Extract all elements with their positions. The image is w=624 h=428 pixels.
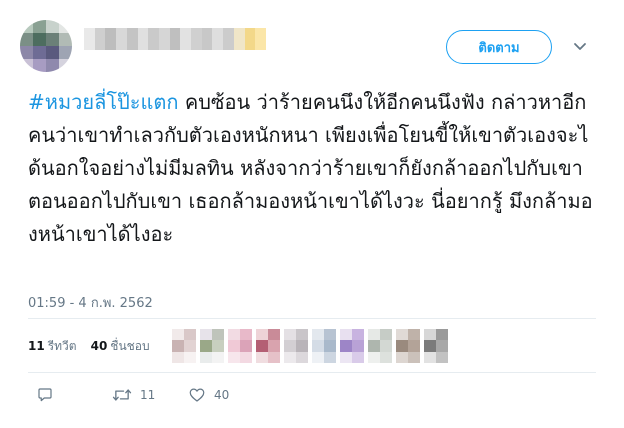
follow-button[interactable]: ติดตาม xyxy=(446,30,552,64)
retweet-icon xyxy=(112,386,132,404)
liker-avatar[interactable] xyxy=(340,329,364,363)
liker-avatars xyxy=(172,326,448,366)
divider xyxy=(28,318,596,319)
tweet-text: #หมวยลี่โป๊ะแตก คบซ้อน ว่าร้ายคนนึงให้อี… xyxy=(28,86,598,251)
liker-avatar[interactable] xyxy=(256,329,280,363)
liker-avatar[interactable] xyxy=(200,329,224,363)
liker-avatar[interactable] xyxy=(368,329,392,363)
tweet-stats: 11 รีทวีต 40 ชื่นชอบ xyxy=(28,336,150,356)
retweet-stat[interactable]: 11 รีทวีต xyxy=(28,337,77,356)
like-count: 40 xyxy=(214,388,230,402)
chevron-down-icon[interactable] xyxy=(572,38,588,54)
liker-avatar[interactable] xyxy=(396,329,420,363)
tweet-card: ติดตาม #หมวยลี่โป๊ะแตก คบซ้อน ว่าร้ายคนน… xyxy=(0,0,624,428)
avatar[interactable] xyxy=(20,20,72,72)
retweet-button[interactable]: 11 xyxy=(112,386,188,404)
liker-avatar[interactable] xyxy=(424,329,448,363)
retweet-stat-count: 11 xyxy=(28,338,45,353)
liker-avatar[interactable] xyxy=(312,329,336,363)
like-button[interactable]: 40 xyxy=(188,386,264,404)
reply-button[interactable] xyxy=(36,386,112,404)
tweet-timestamp[interactable]: 01:59 - 4 ก.พ. 2562 xyxy=(28,292,153,313)
like-stat[interactable]: 40 ชื่นชอบ xyxy=(91,337,150,356)
divider xyxy=(28,372,596,373)
reply-icon xyxy=(36,386,54,404)
tweet-actions: 11 40 xyxy=(36,384,264,406)
liker-avatar[interactable] xyxy=(172,329,196,363)
liker-avatar[interactable] xyxy=(284,329,308,363)
retweet-stat-label: รีทวีต xyxy=(47,338,77,353)
like-stat-label: ชื่นชอบ xyxy=(110,338,150,353)
heart-icon xyxy=(188,386,206,404)
retweet-count: 11 xyxy=(140,388,156,402)
user-name-obscured[interactable] xyxy=(84,28,266,50)
like-stat-count: 40 xyxy=(90,338,108,353)
liker-avatar[interactable] xyxy=(228,329,252,363)
hashtag-link[interactable]: #หมวยลี่โป๊ะแตก xyxy=(28,90,179,114)
